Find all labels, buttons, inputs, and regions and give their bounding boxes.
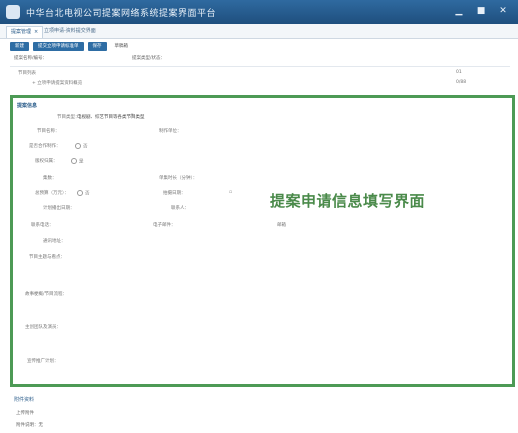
- name-filter[interactable]: 提案名称/编号：: [14, 55, 47, 61]
- phone-label: 联系电话：: [31, 223, 54, 228]
- drafts-link[interactable]: 草稿箱: [115, 42, 129, 51]
- save-button[interactable]: 保存: [87, 42, 107, 51]
- budget-option: 否: [85, 191, 90, 197]
- maximize-icon[interactable]: ■: [476, 6, 486, 16]
- minimize-icon[interactable]: ▁: [454, 6, 464, 16]
- type-select[interactable]: 电视剧、综艺节目等各类节目类型: [77, 114, 145, 120]
- end-date-label: 计划播出日期：: [43, 206, 75, 211]
- duration-label: 单集时长（分钟）：: [159, 176, 198, 181]
- close-icon[interactable]: ✕: [498, 6, 508, 16]
- coop-label: 是否合作制作：: [29, 144, 61, 149]
- copyright-radio[interactable]: 是: [69, 158, 84, 165]
- form-section-title: 提案信息: [17, 103, 38, 109]
- tree-row-count: 01: [456, 70, 462, 75]
- producer-label: 制作单位：: [159, 129, 182, 134]
- new-button[interactable]: 新建: [10, 42, 29, 51]
- contact-label: 联系人：: [171, 206, 189, 211]
- summary-label: 节目主题与看点：: [29, 255, 65, 260]
- attachment-note: 附件说明：无: [16, 423, 43, 428]
- chevron-down-icon[interactable]: ▾: [131, 113, 133, 118]
- tab-label: 立项申请-资料提交界面: [44, 28, 96, 34]
- radio-icon[interactable]: [71, 158, 77, 164]
- radio-icon[interactable]: [77, 190, 83, 196]
- tab-proposal-management[interactable]: 提案管理 ×: [6, 26, 44, 38]
- title-bar: 中华台北电视公司提案网络系统提案界面平台 ▁ ■ ✕: [0, 0, 518, 24]
- proposal-form: 提案信息 节目类型： 电视剧、综艺节目等各类节目类型 ▾ 节目名称： 制作单位：…: [10, 95, 515, 387]
- copyright-label: 版权归属：: [35, 159, 58, 164]
- window-title: 中华台北电视公司提案网络系统提案界面平台: [26, 9, 217, 19]
- email-field[interactable]: 邮箱: [277, 222, 286, 228]
- tree-row-label: 节目列表: [18, 71, 36, 76]
- upload-attachment-button[interactable]: 上传附件: [16, 410, 34, 416]
- address-label: 通讯地址：: [43, 239, 66, 244]
- divider: [10, 66, 510, 67]
- radio-icon[interactable]: [75, 143, 81, 149]
- synopsis-label: 故事梗概/节目流程：: [25, 292, 68, 297]
- email-label: 电子邮件：: [153, 223, 176, 228]
- tab-label: 提案管理: [11, 29, 32, 35]
- coop-radio[interactable]: 否: [73, 143, 88, 150]
- tree-row-count: 0/88: [456, 80, 467, 85]
- toolbar: 新建 提交立项申请标准单 保存 草稿箱: [10, 42, 128, 51]
- tab-close-icon[interactable]: ×: [34, 29, 38, 35]
- submit-application-button[interactable]: 提交立项申请标准单: [33, 42, 84, 51]
- budget-radio[interactable]: 否: [75, 190, 90, 197]
- type-filter[interactable]: 提案类型/状态：: [132, 55, 165, 61]
- start-date-label: 拍摄日期：: [163, 191, 186, 196]
- tab-bar: 提案管理 × 立项申请-资料提交界面: [0, 24, 518, 39]
- team-label: 主创团队及演员：: [25, 325, 61, 330]
- page-title: 提案申请信息填写界面: [270, 192, 426, 210]
- calendar-icon[interactable]: ▫: [229, 190, 232, 195]
- name-label: 节目名称：: [37, 129, 60, 134]
- plan-label: 宣传推广计划：: [27, 359, 59, 364]
- budget-label: 总预算（万元）：: [35, 191, 69, 196]
- app-logo-icon: [6, 5, 20, 19]
- episodes-label: 集数：: [43, 176, 57, 181]
- tab-project-application[interactable]: 立项申请-资料提交界面: [40, 26, 100, 37]
- coop-option: 否: [83, 144, 88, 150]
- tree-row-label: + 立项申请提案资料概览: [32, 81, 83, 86]
- attachments-title: 附件资料: [14, 397, 35, 403]
- copyright-option: 是: [79, 159, 84, 165]
